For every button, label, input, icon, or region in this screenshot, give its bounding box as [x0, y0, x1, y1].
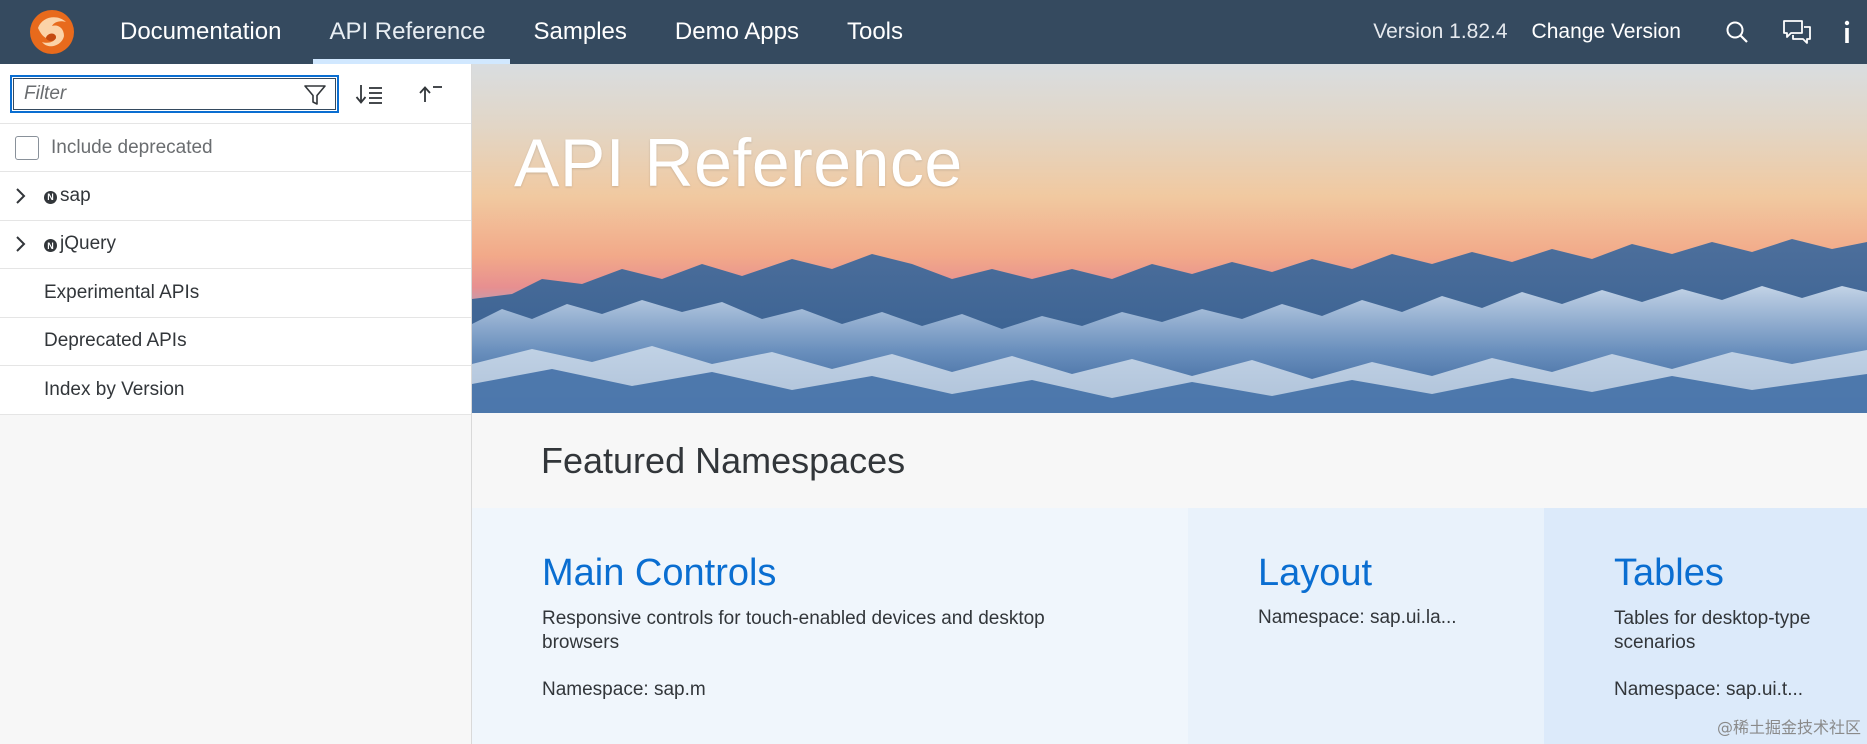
- card-description: Responsive controls for touch-enabled de…: [542, 608, 1045, 653]
- sort-descending-icon: [355, 84, 382, 104]
- include-deprecated-label: Include deprecated: [51, 136, 213, 158]
- mountain-landscape-image: [472, 239, 1867, 413]
- card-main-controls[interactable]: Main Controls Responsive controls for to…: [472, 508, 1188, 744]
- card-namespace: Namespace: sap.ui.la...: [1258, 607, 1457, 628]
- chevron-right-icon[interactable]: [0, 235, 42, 253]
- tree-item-deprecated-apis[interactable]: Deprecated APIs: [0, 317, 471, 366]
- card-title-link[interactable]: Layout: [1258, 552, 1544, 595]
- chevron-right-icon[interactable]: [0, 187, 42, 205]
- feedback-icon: [1783, 20, 1811, 44]
- collapse-all-button[interactable]: [401, 70, 459, 118]
- change-version-link[interactable]: Change Version: [1532, 20, 1681, 44]
- hero-title: API Reference: [514, 125, 963, 201]
- feedback-button[interactable]: [1767, 0, 1827, 64]
- featured-cards: Main Controls Responsive controls for to…: [472, 508, 1867, 744]
- include-deprecated-row[interactable]: Include deprecated: [0, 124, 471, 172]
- version-label: Version 1.82.4: [1373, 20, 1508, 43]
- search-icon: [1726, 21, 1748, 43]
- card-description: Tables for desktop-type scenarios: [1614, 608, 1811, 653]
- card-title-link[interactable]: Main Controls: [542, 552, 1188, 595]
- filter-icon[interactable]: [303, 83, 327, 107]
- sidebar-toolbar: [0, 64, 471, 124]
- namespace-icon: N: [44, 190, 57, 204]
- nav-documentation[interactable]: Documentation: [96, 0, 305, 64]
- collapse-all-icon: [419, 85, 442, 102]
- tree-item-jquery[interactable]: N jQuery: [0, 220, 471, 269]
- search-button[interactable]: [1707, 0, 1767, 64]
- card-tables[interactable]: Tables Tables for desktop-type scenarios…: [1544, 508, 1867, 744]
- api-sidebar: Include deprecated N sap N jQuery Experi…: [0, 64, 472, 744]
- shell-bar: Documentation API Reference Samples Demo…: [0, 0, 1867, 64]
- nav-tools[interactable]: Tools: [823, 0, 927, 64]
- featured-title: Featured Namespaces: [541, 439, 906, 481]
- tree-item-label: sap: [60, 184, 91, 206]
- tree-item-index-by-version[interactable]: Index by Version: [0, 366, 471, 415]
- tree-item-experimental-apis[interactable]: Experimental APIs: [0, 269, 471, 318]
- tree-item-label: Deprecated APIs: [44, 330, 187, 352]
- tree-item-label: Experimental APIs: [44, 281, 200, 303]
- include-deprecated-checkbox[interactable]: [15, 135, 39, 160]
- namespace-icon: N: [44, 239, 57, 253]
- filter-input[interactable]: [12, 78, 282, 109]
- shell-actions: Version 1.82.4 Change Version: [1373, 0, 1867, 64]
- featured-header: Featured Namespaces: [472, 413, 1867, 508]
- phoenix-logo-icon: [30, 10, 74, 54]
- filter-field[interactable]: [10, 74, 339, 113]
- card-namespace: Namespace: sap.ui.t...: [1614, 679, 1804, 700]
- main-content: API Reference Featured Namespaces Main C…: [472, 64, 1867, 744]
- nav-samples[interactable]: Samples: [510, 0, 651, 64]
- sort-button[interactable]: [341, 70, 399, 118]
- nav-api-reference[interactable]: API Reference: [305, 0, 510, 64]
- info-icon: [1844, 20, 1850, 43]
- card-namespace: Namespace: sap.m: [542, 679, 706, 700]
- card-layout[interactable]: Layout Namespace: sap.ui.la...: [1188, 508, 1544, 744]
- tree-item-label: Index by Version: [44, 378, 185, 400]
- top-nav: Documentation API Reference Samples Demo…: [96, 0, 927, 64]
- hero-banner: API Reference: [472, 64, 1867, 413]
- tree-item-label: jQuery: [60, 233, 116, 255]
- watermark-text: @稀土掘金技术社区: [1716, 718, 1861, 737]
- card-title-link[interactable]: Tables: [1614, 552, 1867, 595]
- openui5-logo[interactable]: [20, 0, 84, 64]
- nav-demo-apps[interactable]: Demo Apps: [651, 0, 823, 64]
- info-button[interactable]: [1827, 0, 1867, 64]
- tree-item-sap[interactable]: N sap: [0, 172, 471, 221]
